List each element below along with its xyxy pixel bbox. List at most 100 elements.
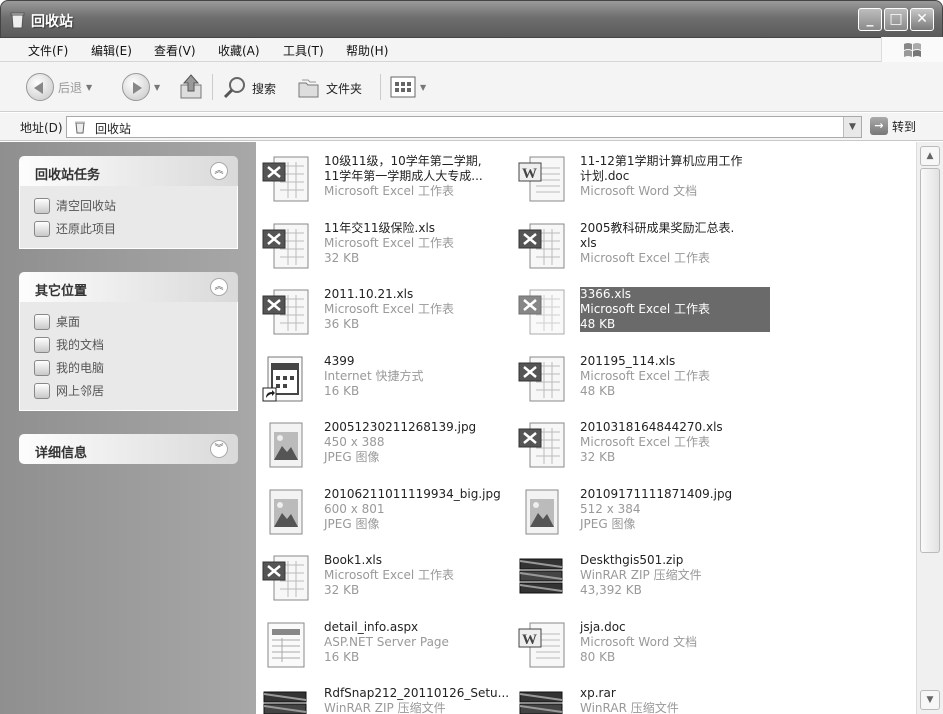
link-label: 桌面 (56, 315, 81, 329)
back-button[interactable]: 后退 ▼ (26, 73, 92, 101)
toolbar-separator (380, 74, 381, 100)
excel-icon (260, 221, 312, 271)
folders-label: 文件夹 (326, 81, 363, 96)
file-size: 48 KB (580, 317, 616, 331)
collapse-icon[interactable]: ︽ (210, 162, 228, 180)
network-places-link[interactable]: 网上邻居 (34, 379, 237, 402)
restore-item-link[interactable]: 还原此项目 (34, 217, 237, 240)
file-item[interactable]: RdfSnap212_20110126_Setu... WinRAR ZIP 压缩… (260, 680, 518, 714)
expand-icon[interactable]: ︾ (210, 440, 228, 458)
my-documents-link[interactable]: 我的文档 (34, 333, 237, 356)
file-type: Microsoft Excel 工作表 (580, 435, 711, 449)
file-item[interactable]: 20051230211268139.jpg 450 x 388 JPEG 图像 (260, 414, 518, 478)
file-item[interactable]: 201195_114.xls Microsoft Excel 工作表 48 KB (516, 348, 774, 412)
file-list: 10级11级，10学年第二学期, 11学年第一学期成人大专成... Microsof… (256, 142, 916, 714)
close-button[interactable]: ✕ (910, 8, 934, 31)
file-item[interactable]: 2010318164844270.xls Microsoft Excel 工作表 3… (516, 414, 774, 478)
link-label: 我的文档 (56, 338, 105, 352)
file-item[interactable]: 20109171111871409.jpg 512 x 384 JPEG 图像 (516, 481, 774, 545)
file-type: ASP.NET Server Page (324, 634, 449, 649)
search-icon (223, 77, 245, 99)
menu-file[interactable]: 文件(F) (28, 42, 68, 59)
address-input[interactable]: 回收站 ▼ (66, 116, 862, 138)
file-size: JPEG 图像 (580, 516, 636, 531)
link-label: 还原此项目 (56, 222, 117, 236)
other-places-panel: 其它位置 ︽ 桌面 我的文档 我的电脑 网上邻居 (19, 272, 238, 411)
file-item[interactable]: W 11-12第1学期计算机应用工作 计划.doc Microsoft Word 文档 (516, 148, 774, 212)
scroll-down-button[interactable]: ▼ (920, 690, 940, 710)
file-item[interactable]: Book1.xls Microsoft Excel 工作表 32 KB (260, 547, 518, 611)
address-value: 回收站 (95, 122, 132, 136)
panel-header[interactable]: 其它位置 ︽ (19, 272, 238, 302)
views-button[interactable]: ▼ (390, 75, 426, 99)
file-info: Deskthgis501.zip WinRAR ZIP 压缩文件 43,392 KB (580, 553, 770, 598)
file-item[interactable]: Deskthgis501.zip WinRAR ZIP 压缩文件 43,392 KB (516, 547, 774, 611)
forward-arrow-icon (122, 73, 150, 101)
file-info: Book1.xls Microsoft Excel 工作表 32 KB (324, 553, 514, 598)
file-name-continued: 11学年第一学期成人大专成... (324, 169, 483, 183)
folder-icon (34, 336, 50, 353)
minimize-button[interactable]: _ (858, 8, 882, 31)
file-size: JPEG 图像 (324, 450, 380, 464)
file-type: Microsoft Excel 工作表 (324, 184, 455, 198)
file-item[interactable]: Wjsja.doc Microsoft Word 文档 80 KB (516, 614, 774, 678)
file-item[interactable]: 11年交11级保险.xls Microsoft Excel 工作表 32 KB (260, 215, 518, 279)
menu-bar: 文件(F) 编辑(E) 查看(V) 收藏(A) 工具(T) 帮助(H) (0, 37, 943, 63)
file-info: 20106211011119934_big.jpg 600 x 801 JPEG 图… (324, 487, 514, 532)
go-button[interactable]: → 转到 (870, 117, 916, 135)
windows-logo (881, 37, 943, 63)
folders-button[interactable]: 文件夹 (296, 75, 362, 101)
file-item[interactable]: detail_info.aspx ASP.NET Server Page 16 KB (260, 614, 518, 678)
file-type: 450 x 388 (324, 435, 385, 449)
file-item[interactable]: 2011.10.21.xls Microsoft Excel 工作表 36 KB (260, 281, 518, 345)
file-type: WinRAR ZIP 压缩文件 (580, 568, 702, 582)
menu-tools[interactable]: 工具(T) (283, 42, 324, 59)
vertical-scrollbar[interactable]: ▲ ▼ (916, 142, 943, 714)
scroll-up-button[interactable]: ▲ (920, 146, 940, 166)
task-pane: 回收站任务 ︽ 清空回收站 还原此项目 其它位置 ︽ 桌面 我的文档 我的电脑 … (0, 142, 256, 714)
file-size: 32 KB (324, 250, 360, 265)
file-name: 2010318164844270.xls (580, 420, 723, 434)
file-size: 43,392 KB (580, 583, 642, 597)
file-info: 10级11级，10学年第二学期, 11学年第一学期成人大专成... Microsof… (324, 154, 514, 199)
title-bar[interactable]: 回收站 _ □ ✕ (0, 0, 943, 38)
menu-view[interactable]: 查看(V) (154, 42, 196, 59)
desktop-link[interactable]: 桌面 (34, 310, 237, 333)
file-item[interactable]: 4399 Internet 快捷方式 16 KB (260, 348, 518, 412)
address-dropdown-button[interactable]: ▼ (843, 117, 861, 137)
scroll-thumb[interactable] (920, 168, 940, 553)
file-item[interactable]: 20106211011119934_big.jpg 600 x 801 JPEG 图… (260, 481, 518, 545)
folders-icon (298, 79, 319, 98)
link-label: 我的电脑 (56, 361, 105, 375)
file-type: WinRAR 压缩文件 (580, 701, 679, 714)
excel-icon (516, 420, 568, 470)
file-info: jsja.doc Microsoft Word 文档 80 KB (580, 620, 770, 665)
details-panel: 详细信息 ︾ (19, 434, 238, 464)
file-item[interactable]: 3366.xls Microsoft Excel 工作表 48 KB (516, 281, 774, 345)
menu-help[interactable]: 帮助(H) (346, 42, 388, 59)
file-type: Microsoft Excel 工作表 (580, 302, 711, 316)
recycle-bin-icon (10, 12, 25, 29)
chevron-down-icon: ▼ (420, 82, 427, 92)
panel-header[interactable]: 回收站任务 ︽ (19, 156, 238, 186)
maximize-button[interactable]: □ (884, 8, 908, 31)
restore-icon (34, 220, 50, 237)
recycle-bin-icon (75, 121, 85, 134)
collapse-icon[interactable]: ︽ (210, 278, 228, 296)
file-size: 32 KB (580, 450, 616, 464)
my-computer-link[interactable]: 我的电脑 (34, 356, 237, 379)
file-info: 201195_114.xls Microsoft Excel 工作表 48 KB (580, 354, 770, 399)
file-name: 2011.10.21.xls (324, 287, 414, 301)
menu-favorites[interactable]: 收藏(A) (218, 42, 260, 59)
file-item[interactable]: 2005教科研成果奖励汇总表. xls Microsoft Excel 工作表 (516, 215, 774, 279)
file-type: Microsoft Excel 工作表 (324, 302, 455, 316)
file-item[interactable]: xp.rar WinRAR 压缩文件 (516, 680, 774, 714)
up-folder-button[interactable] (178, 73, 204, 101)
empty-recycle-bin-link[interactable]: 清空回收站 (34, 194, 237, 217)
file-type: Microsoft Word 文档 (580, 634, 698, 649)
forward-button[interactable]: ▼ (122, 73, 160, 101)
menu-edit[interactable]: 编辑(E) (91, 42, 132, 59)
file-item[interactable]: 10级11级，10学年第二学期, 11学年第一学期成人大专成... Microsof… (260, 148, 518, 212)
panel-header[interactable]: 详细信息 ︾ (19, 434, 238, 464)
search-button[interactable]: 搜索 (222, 75, 276, 101)
